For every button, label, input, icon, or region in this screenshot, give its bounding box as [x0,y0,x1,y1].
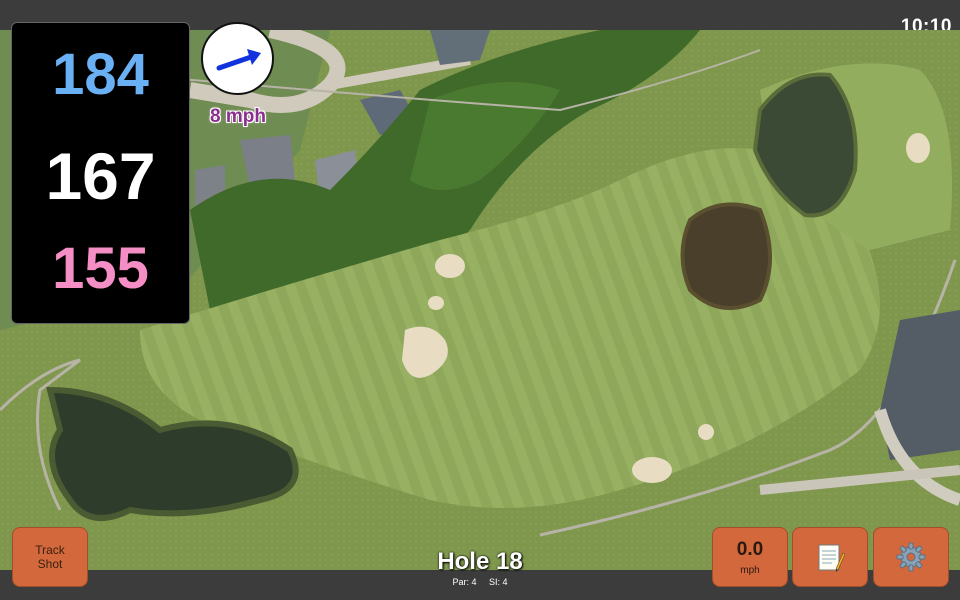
settings-button[interactable] [873,527,949,587]
middle-yardage: 167 [45,139,156,213]
hole-title: Hole 18 [437,548,523,575]
back-yardage: 184 [52,42,149,107]
yardage-panel: 184 167 155 [11,22,190,324]
hole-meta: Par: 4 SI: 4 [380,577,580,587]
arrow-icon [216,49,261,71]
track-shot-button[interactable]: Track Shot [12,527,88,587]
wind-speed: 8 mph [210,106,266,127]
front-yardage: 155 [52,236,149,301]
speed-button[interactable]: 0.0 mph [712,527,788,587]
speed-value: 0.0 [736,538,764,560]
hole-stroke-index: SI: 4 [489,577,508,587]
speed-unit: mph [740,564,760,576]
wind-direction-indicator [201,22,274,95]
hole-par: Par: 4 [452,577,477,587]
gear-icon [896,542,926,572]
track-shot-label-line1: Track [35,543,65,557]
notes-button[interactable] [792,527,868,587]
track-shot-label-line2: Shot [37,557,63,571]
notepad-icon [818,544,846,572]
